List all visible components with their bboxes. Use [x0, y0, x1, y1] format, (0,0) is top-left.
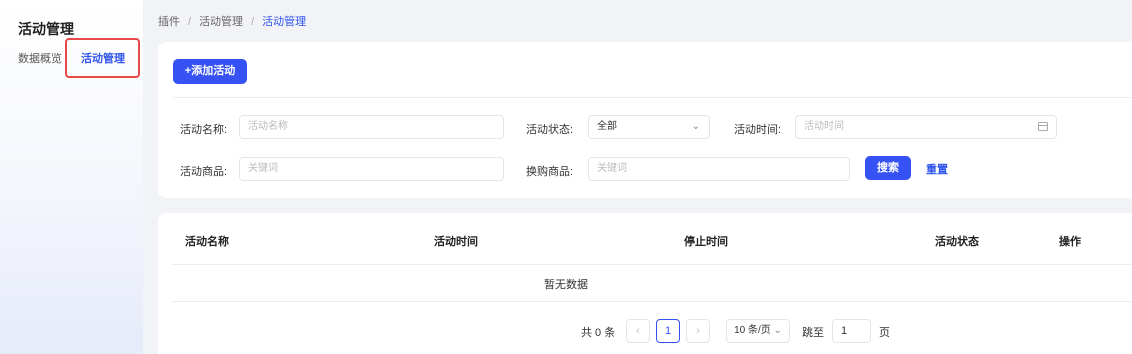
activity-product-input[interactable]: 关键词: [239, 157, 504, 181]
sidebar-title: 活动管理: [18, 21, 74, 37]
activity-product-label: 活动商品:: [180, 166, 228, 178]
sidebar-item-overview[interactable]: 数据概览: [18, 50, 62, 66]
chevron-down-icon: ⌄: [770, 325, 782, 336]
table-card: 活动名称 活动时间 停止时间 活动状态 操作 暂无数据 共 0 条 ‹ 1 › …: [158, 213, 1132, 354]
page-size-value: 10 条/页: [734, 325, 771, 336]
activity-status-select[interactable]: 全部 ⌄: [588, 115, 710, 139]
search-button[interactable]: 搜索: [865, 156, 911, 180]
calendar-icon: [1038, 122, 1048, 131]
chevron-left-icon[interactable]: ‹: [626, 319, 650, 343]
add-activity-button[interactable]: +添加活动: [173, 59, 247, 84]
table-divider: [171, 301, 1132, 302]
activity-time-placeholder: 活动时间: [804, 121, 844, 132]
page-size-select[interactable]: 10 条/页 ⌄: [726, 319, 790, 343]
chevron-right-icon[interactable]: ›: [686, 319, 710, 343]
activity-status-value: 全部: [597, 121, 617, 132]
breadcrumb-separator: /: [251, 16, 255, 28]
jump-page-input[interactable]: 1: [832, 319, 871, 343]
sidebar: 活动管理 数据概览 活动管理: [0, 0, 143, 354]
pagination-page-1[interactable]: 1: [656, 319, 680, 343]
activity-status-label: 活动状态:: [526, 124, 574, 136]
page-suffix: 页: [879, 327, 890, 339]
activity-name-label: 活动名称:: [180, 124, 228, 136]
column-header-activity-time: 活动时间: [434, 236, 478, 248]
breadcrumb: 插件 / 活动管理 / 活动管理: [158, 13, 306, 29]
activity-time-picker[interactable]: 活动时间: [795, 115, 1057, 139]
column-header-stop-time: 停止时间: [684, 236, 728, 248]
divider: [173, 97, 1132, 98]
pagination-total: 共 0 条: [581, 327, 616, 339]
breadcrumb-separator: /: [188, 16, 192, 28]
empty-state-text: 暂无数据: [544, 279, 588, 291]
jump-label: 跳至: [802, 327, 824, 339]
breadcrumb-current: 活动管理: [262, 16, 307, 28]
reset-button[interactable]: 重置: [926, 161, 948, 177]
breadcrumb-item-plugins[interactable]: 插件: [158, 13, 180, 29]
activity-time-label: 活动时间:: [734, 124, 782, 136]
swap-product-input[interactable]: 关键词: [588, 157, 850, 181]
breadcrumb-item-activity[interactable]: 活动管理: [199, 13, 243, 29]
swap-product-label: 换购商品:: [526, 166, 574, 178]
column-header-actions: 操作: [1059, 236, 1081, 248]
column-header-activity-name: 活动名称: [185, 236, 229, 248]
activity-name-input[interactable]: 活动名称: [239, 115, 504, 139]
table-divider: [171, 264, 1132, 265]
sidebar-item-activity-management[interactable]: 活动管理: [81, 50, 125, 66]
column-header-activity-status: 活动状态: [935, 236, 979, 248]
filter-card: +添加活动 活动名称: 活动名称 活动状态: 全部 ⌄ 活动时间: 活动时间 活…: [158, 42, 1132, 198]
chevron-down-icon: ⌄: [691, 121, 700, 132]
